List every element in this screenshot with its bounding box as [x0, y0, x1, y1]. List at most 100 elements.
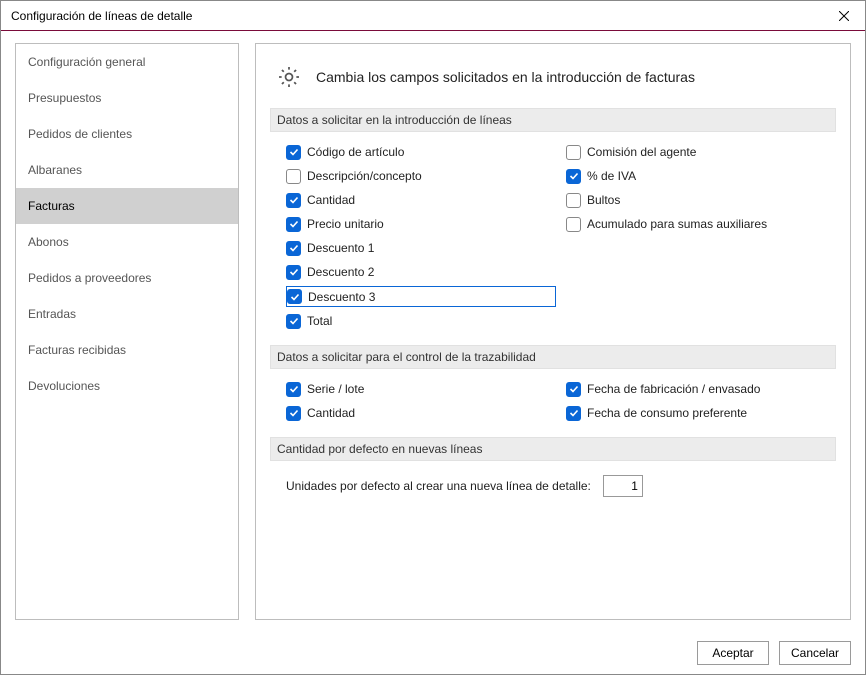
check-icon: [289, 243, 299, 253]
cancel-button[interactable]: Cancelar: [779, 641, 851, 665]
checkbox[interactable]: [286, 314, 301, 329]
sidebar-item[interactable]: Configuración general: [16, 44, 238, 80]
close-icon: [839, 11, 849, 21]
checkbox-row[interactable]: Fecha de consumo preferente: [566, 403, 836, 423]
checkbox[interactable]: [286, 382, 301, 397]
sidebar-item-label: Pedidos a proveedores: [28, 271, 151, 285]
checkbox-row[interactable]: Fecha de fabricación / envasado: [566, 379, 836, 399]
accept-button[interactable]: Aceptar: [697, 641, 769, 665]
section1-title: Datos a solicitar en la introducción de …: [270, 108, 836, 132]
sidebar-item[interactable]: Facturas: [16, 188, 238, 224]
check-icon: [569, 171, 579, 181]
default-quantity-input[interactable]: [603, 475, 643, 497]
checkbox-row[interactable]: Descripción/concepto: [286, 166, 556, 186]
section2-body: Serie / lote Cantidad Fecha de fabricació…: [270, 379, 836, 437]
checkbox-row[interactable]: Descuento 3: [286, 286, 556, 307]
sidebar-item[interactable]: Entradas: [16, 296, 238, 332]
checkbox[interactable]: [286, 217, 301, 232]
check-icon: [290, 292, 300, 302]
check-icon: [289, 195, 299, 205]
checkbox-label: Fecha de consumo preferente: [587, 406, 747, 420]
check-icon: [569, 384, 579, 394]
check-icon: [289, 267, 299, 277]
checkbox-label: Acumulado para sumas auxiliares: [587, 217, 767, 231]
checkbox-row[interactable]: % de IVA: [566, 166, 836, 186]
checkbox[interactable]: [286, 193, 301, 208]
check-icon: [289, 147, 299, 157]
checkbox-label: Fecha de fabricación / envasado: [587, 382, 760, 396]
sidebar-item-label: Pedidos de clientes: [28, 127, 132, 141]
checkbox-label: Descuento 2: [307, 265, 374, 279]
checkbox-row[interactable]: Acumulado para sumas auxiliares: [566, 214, 836, 234]
checkbox[interactable]: [566, 145, 581, 160]
sidebar-item-label: Facturas recibidas: [28, 343, 126, 357]
checkbox-row[interactable]: Código de artículo: [286, 142, 556, 162]
checkbox-label: Comisión del agente: [587, 145, 696, 159]
checkbox-row[interactable]: Serie / lote: [286, 379, 556, 399]
checkbox-row[interactable]: Cantidad: [286, 190, 556, 210]
page-heading: Cambia los campos solicitados en la intr…: [316, 69, 695, 85]
sidebar-item[interactable]: Pedidos a proveedores: [16, 260, 238, 296]
checkbox-row[interactable]: Precio unitario: [286, 214, 556, 234]
sidebar: Configuración general Presupuestos Pedidos…: [15, 43, 239, 620]
default-quantity-row: Unidades por defecto al crear una nueva …: [270, 471, 836, 497]
check-icon: [569, 408, 579, 418]
sidebar-item-label: Presupuestos: [28, 91, 101, 105]
checkbox-label: Cantidad: [307, 193, 355, 207]
section3-title: Cantidad por defecto en nuevas líneas: [270, 437, 836, 461]
checkbox[interactable]: [287, 289, 302, 304]
checkbox-row[interactable]: Descuento 1: [286, 238, 556, 258]
checkbox-label: Precio unitario: [307, 217, 384, 231]
sidebar-item[interactable]: Facturas recibidas: [16, 332, 238, 368]
checkbox[interactable]: [566, 169, 581, 184]
sidebar-item-label: Facturas: [28, 199, 75, 213]
sidebar-item-label: Devoluciones: [28, 379, 100, 393]
content-panel: Cambia los campos solicitados en la intr…: [255, 43, 851, 620]
footer: Aceptar Cancelar: [1, 632, 865, 674]
checkbox[interactable]: [286, 169, 301, 184]
sidebar-item-label: Configuración general: [28, 55, 145, 69]
check-icon: [289, 219, 299, 229]
sidebar-item-label: Entradas: [28, 307, 76, 321]
sidebar-item[interactable]: Abonos: [16, 224, 238, 260]
checkbox[interactable]: [566, 406, 581, 421]
checkbox-label: Descripción/concepto: [307, 169, 422, 183]
checkbox-label: Total: [307, 314, 332, 328]
checkbox[interactable]: [286, 145, 301, 160]
section2-title: Datos a solicitar para el control de la …: [270, 345, 836, 369]
sidebar-item[interactable]: Presupuestos: [16, 80, 238, 116]
sidebar-item[interactable]: Devoluciones: [16, 368, 238, 404]
default-quantity-label: Unidades por defecto al crear una nueva …: [286, 479, 591, 493]
checkbox[interactable]: [566, 193, 581, 208]
check-icon: [289, 316, 299, 326]
client-area: Configuración general Presupuestos Pedidos…: [1, 31, 865, 632]
sidebar-item[interactable]: Albaranes: [16, 152, 238, 188]
checkbox[interactable]: [566, 382, 581, 397]
close-button[interactable]: [823, 1, 865, 30]
checkbox[interactable]: [286, 241, 301, 256]
checkbox-label: Bultos: [587, 193, 620, 207]
checkbox-row[interactable]: Total: [286, 311, 556, 331]
checkbox-row[interactable]: Bultos: [566, 190, 836, 210]
check-icon: [289, 408, 299, 418]
heading-row: Cambia los campos solicitados en la intr…: [276, 64, 836, 90]
checkbox[interactable]: [286, 265, 301, 280]
checkbox-label: Descuento 3: [308, 290, 375, 304]
checkbox-label: Código de artículo: [307, 145, 404, 159]
checkbox-row[interactable]: Cantidad: [286, 403, 556, 423]
sidebar-item[interactable]: Pedidos de clientes: [16, 116, 238, 152]
check-icon: [289, 384, 299, 394]
sidebar-item-label: Albaranes: [28, 163, 82, 177]
checkbox-row[interactable]: Descuento 2: [286, 262, 556, 282]
window-title: Configuración de líneas de detalle: [11, 9, 823, 23]
section1-body: Código de artículo Descripción/concepto Ca…: [270, 142, 836, 345]
title-bar: Configuración de líneas de detalle: [1, 1, 865, 31]
checkbox[interactable]: [566, 217, 581, 232]
checkbox[interactable]: [286, 406, 301, 421]
checkbox-label: Descuento 1: [307, 241, 374, 255]
checkbox-label: Serie / lote: [307, 382, 364, 396]
checkbox-row[interactable]: Comisión del agente: [566, 142, 836, 162]
checkbox-label: Cantidad: [307, 406, 355, 420]
gear-icon: [276, 64, 302, 90]
sidebar-item-label: Abonos: [28, 235, 69, 249]
